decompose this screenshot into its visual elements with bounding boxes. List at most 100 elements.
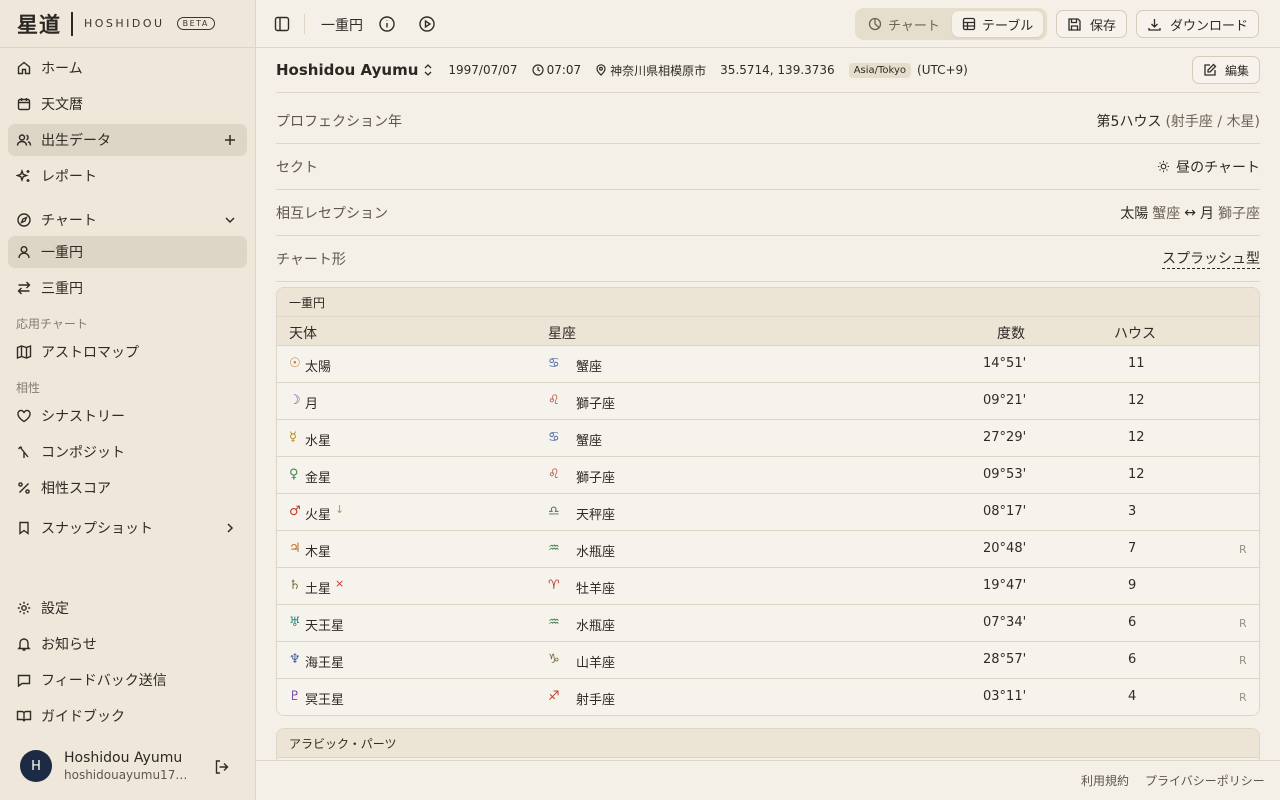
brand[interactable]: 星道 HOSHIDOU BETA: [0, 0, 255, 48]
plus-icon[interactable]: [222, 132, 238, 148]
sidebar-item-guidebook[interactable]: ガイドブック: [8, 700, 247, 732]
map-pin-icon: [596, 64, 606, 76]
profection-row: プロフェクション年 第5ハウス (射手座 / 木星): [276, 98, 1260, 144]
sidebar-item-astromap[interactable]: アストロマップ: [8, 336, 247, 368]
planet-glyph-icon: ☽: [289, 393, 301, 408]
house-value: 6: [1128, 652, 1137, 667]
chevron-right-icon[interactable]: [222, 520, 238, 536]
sidebar-item-birth-data[interactable]: 出生データ: [8, 124, 247, 156]
birth-time: 07:07: [531, 63, 581, 77]
house-value: 12: [1128, 467, 1145, 482]
sidebar-item-home[interactable]: ホーム: [8, 52, 247, 84]
sidebar-item-chart[interactable]: チャート: [8, 204, 247, 236]
table-row[interactable]: ♂ 火星 ↓ ♎ 天秤座 08°17' 3: [277, 494, 1259, 531]
gear-icon: [16, 600, 32, 616]
brand-divider: [71, 11, 73, 36]
save-button[interactable]: 保存: [1056, 10, 1128, 38]
retrograde-badge: R: [1239, 543, 1247, 556]
planet-name: 海王星: [305, 656, 345, 671]
table-row[interactable]: ♃ 木星 ♒ 水瓶座 20°48' 7 R: [277, 531, 1259, 568]
chevron-down-icon[interactable]: [222, 212, 238, 228]
timezone-badge: Asia/Tokyo: [848, 62, 912, 78]
birth-place: 神奈川県相模原市: [595, 62, 706, 79]
save-icon: [1068, 17, 1081, 31]
tab-chart[interactable]: チャート: [858, 11, 950, 37]
percent-icon: [16, 480, 32, 496]
beta-badge: BETA: [176, 17, 215, 30]
table-row[interactable]: ☉ 太陽 ♋ 蟹座 14°51' 11: [277, 346, 1259, 383]
sidebar-item-ephemeris[interactable]: 天文暦: [8, 88, 247, 120]
info-icon[interactable]: [378, 15, 396, 33]
sidebar-item-single-wheel[interactable]: 一重円: [8, 236, 247, 268]
edit-icon: [1204, 63, 1217, 76]
sidebar-item-composite[interactable]: コンポジット: [8, 436, 247, 468]
degree-value: 09°21': [983, 393, 1027, 408]
footer: 利用規約 プライバシーポリシー: [256, 760, 1280, 800]
table-title: 一重円: [277, 288, 1259, 317]
sidebar-item-compat-score[interactable]: 相性スコア: [8, 472, 247, 504]
table-row[interactable]: ☿ 水星 ♋ 蟹座 27°29' 12: [277, 420, 1259, 457]
profection-value: 第5ハウス: [1096, 113, 1162, 130]
book-open-icon: [16, 708, 32, 724]
table-row[interactable]: ♅ 天王星 ♒ 水瓶座 07°34' 6 R: [277, 605, 1259, 642]
sidebar-item-notifications[interactable]: お知らせ: [8, 628, 247, 660]
sidebar: 星道 HOSHIDOU BETA ホーム 天文暦 出生データ レポート チャート…: [0, 0, 256, 800]
sidebar-item-report[interactable]: レポート: [8, 160, 247, 192]
play-icon[interactable]: [418, 15, 436, 33]
sidebar-item-snapshot[interactable]: スナップショット: [8, 512, 247, 544]
retrograde-badge: R: [1239, 691, 1247, 704]
sidebar-item-label: コンポジット: [41, 445, 125, 461]
birth-coords: 35.5714, 139.3736: [720, 63, 835, 77]
sidebar-toggle-icon[interactable]: [273, 15, 291, 33]
sign-glyph-icon: ♐: [548, 689, 560, 704]
edit-button[interactable]: 編集: [1191, 56, 1260, 84]
degree-value: 28°57': [983, 652, 1027, 667]
bell-icon: [16, 636, 32, 652]
chevrons-updown-icon[interactable]: [422, 63, 434, 77]
house-value: 9: [1128, 578, 1137, 593]
dignity-mark-icon: ×: [335, 577, 345, 590]
privacy-link[interactable]: プライバシーポリシー: [1145, 772, 1265, 789]
table-row[interactable]: ♇ 冥王星 ♐ 射手座 03°11' 4 R: [277, 679, 1259, 715]
sign-name: 蟹座: [576, 434, 603, 449]
planet-name: 水星: [305, 434, 332, 449]
sidebar-item-settings[interactable]: 設定: [8, 592, 247, 624]
sign-name: 水瓶座: [576, 545, 616, 560]
table-row[interactable]: ☽ 月 ♌ 獅子座 09°21' 12: [277, 383, 1259, 420]
planet-name: 土星: [305, 582, 332, 597]
topbar: 一重円 チャート テーブル 保存 ダウンロード: [256, 0, 1280, 48]
sign-name: 牡羊座: [576, 582, 616, 597]
pie-chart-icon: [868, 17, 882, 31]
users-icon: [16, 132, 32, 148]
sidebar-item-label: フィードバック送信: [41, 673, 167, 689]
sign-glyph-icon: ♎: [548, 504, 560, 519]
table-row[interactable]: ♀ 金星 ♌ 獅子座 09°53' 12: [277, 457, 1259, 494]
planets-table: 一重円 天体 星座 度数 ハウス ☉ 太陽 ♋ 蟹座 14°51' 11 ☽ 月 ♌ 獅子座 09°…: [276, 287, 1260, 716]
heart-icon: [16, 408, 32, 424]
planet-glyph-icon: ♆: [289, 652, 301, 667]
sidebar-item-triple-wheel[interactable]: 三重円: [8, 272, 247, 304]
user-icon: [16, 244, 32, 260]
sidebar-item-synastry[interactable]: シナストリー: [8, 400, 247, 432]
bookmark-icon: [16, 520, 32, 536]
shape-value[interactable]: スプラッシュ型: [1162, 248, 1260, 269]
retrograde-badge: R: [1239, 654, 1247, 667]
main-content: Hoshidou Ayumu 1997/07/07 07:07 神奈川県相模原市…: [256, 48, 1280, 760]
person-name[interactable]: Hoshidou Ayumu: [276, 61, 418, 79]
planet-name: 冥王星: [305, 693, 345, 708]
sidebar-item-label: シナストリー: [41, 409, 125, 425]
view-toggle: チャート テーブル: [855, 8, 1047, 40]
sidebar-item-label: 出生データ: [41, 133, 111, 149]
tab-table[interactable]: テーブル: [952, 11, 1044, 37]
download-button[interactable]: ダウンロード: [1136, 10, 1260, 38]
house-value: 11: [1128, 356, 1145, 371]
user-profile[interactable]: H Hoshidou Ayumu hoshidouayumu1781...: [20, 750, 194, 782]
logout-icon[interactable]: [213, 758, 231, 776]
arrows-swap-icon: [16, 280, 32, 296]
table-row[interactable]: ♆ 海王星 ♑ 山羊座 28°57' 6 R: [277, 642, 1259, 679]
sidebar-item-feedback[interactable]: フィードバック送信: [8, 664, 247, 696]
arabic-parts-title: アラビック・パーツ: [277, 729, 1259, 758]
table-row[interactable]: ♄ 土星 × ♈ 牡羊座 19°47' 9: [277, 568, 1259, 605]
terms-link[interactable]: 利用規約: [1081, 772, 1129, 789]
chart-header: Hoshidou Ayumu 1997/07/07 07:07 神奈川県相模原市…: [276, 48, 1260, 93]
